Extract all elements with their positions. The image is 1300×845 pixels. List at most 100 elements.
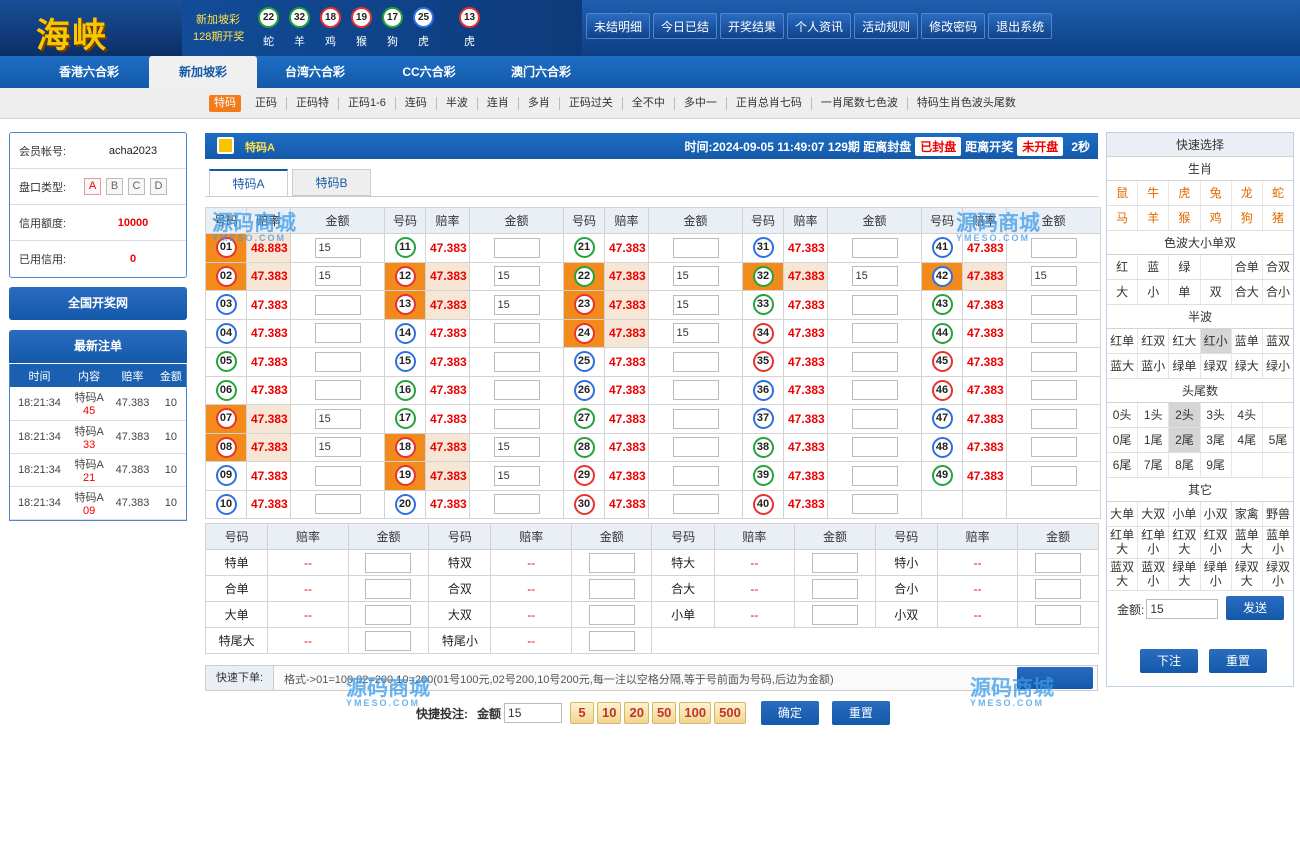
number-ball[interactable]: 07: [215, 408, 237, 430]
quick-option[interactable]: 合大: [1232, 280, 1263, 304]
amount-input[interactable]: [493, 237, 540, 258]
quick-option[interactable]: 蓝单小: [1263, 527, 1293, 558]
quick-option[interactable]: 绿单大: [1169, 559, 1201, 590]
number-ball[interactable]: 09: [215, 465, 237, 487]
amount-input[interactable]: [1030, 294, 1077, 315]
tab-tema-b[interactable]: 特码B: [292, 169, 371, 196]
sub-nav-item[interactable]: 正码: [246, 97, 286, 110]
amount-input[interactable]: [672, 437, 719, 458]
amount-input[interactable]: [811, 552, 858, 573]
amount-chip[interactable]: 20: [624, 702, 649, 724]
amount-input[interactable]: 15: [493, 294, 540, 315]
quick-option[interactable]: 龙: [1232, 181, 1263, 205]
number-ball[interactable]: 32: [752, 265, 774, 287]
number-ball[interactable]: 04: [215, 322, 237, 344]
quick-option[interactable]: 双: [1201, 280, 1232, 304]
quick-option[interactable]: 猴: [1169, 206, 1201, 230]
amount-input[interactable]: 15: [493, 437, 540, 458]
amount-input[interactable]: [314, 351, 361, 372]
number-ball[interactable]: 16: [394, 379, 416, 401]
tab-lottery[interactable]: 香港六合彩: [34, 56, 144, 88]
amount-input[interactable]: [314, 494, 361, 515]
amount-input[interactable]: [314, 380, 361, 401]
number-ball[interactable]: 26: [573, 379, 595, 401]
pan-option[interactable]: A: [84, 178, 101, 195]
amount-input[interactable]: 15: [493, 266, 540, 287]
number-ball[interactable]: 14: [394, 322, 416, 344]
national-draw-button[interactable]: 全国开奖网: [9, 287, 187, 320]
quick-option[interactable]: 2尾: [1169, 428, 1201, 452]
quick-option[interactable]: 3头: [1201, 403, 1232, 427]
amount-input[interactable]: [672, 408, 719, 429]
number-ball[interactable]: 19: [394, 465, 416, 487]
quick-option[interactable]: 红单: [1107, 329, 1139, 353]
amount-input[interactable]: 15: [672, 323, 719, 344]
amount-input[interactable]: [493, 351, 540, 372]
quick-option[interactable]: 单: [1169, 280, 1201, 304]
quick-option[interactable]: 4尾: [1232, 428, 1263, 452]
amount-input[interactable]: 15: [493, 465, 540, 486]
top-nav-item[interactable]: 今日已结: [653, 13, 718, 39]
amount-input[interactable]: [365, 604, 412, 625]
quick-option[interactable]: 7尾: [1138, 453, 1170, 477]
number-ball[interactable]: 37: [752, 408, 774, 430]
number-ball[interactable]: 13: [394, 294, 416, 316]
quick-option[interactable]: 4头: [1232, 403, 1263, 427]
sub-nav-item[interactable]: 多肖: [517, 97, 559, 110]
quick-option[interactable]: 绿双: [1201, 354, 1232, 378]
amount-input[interactable]: [365, 552, 412, 573]
amount-input[interactable]: [314, 294, 361, 315]
sub-nav-item[interactable]: 全不中: [621, 97, 674, 110]
pan-option[interactable]: C: [128, 178, 145, 195]
quick-option[interactable]: 鼠: [1107, 181, 1139, 205]
quick-option[interactable]: 野兽: [1263, 502, 1293, 526]
top-nav-item[interactable]: 开奖结果: [720, 13, 785, 39]
amount-input[interactable]: 15: [314, 266, 361, 287]
quick-option[interactable]: 绿大: [1232, 354, 1263, 378]
quick-option[interactable]: 6尾: [1107, 453, 1139, 477]
amount-input[interactable]: [493, 494, 540, 515]
quick-option[interactable]: 蓝: [1138, 255, 1170, 279]
number-ball[interactable]: 24: [573, 322, 595, 344]
quick-option[interactable]: 蛇: [1263, 181, 1293, 205]
quick-option[interactable]: 蓝单: [1232, 329, 1263, 353]
amount-input[interactable]: [672, 380, 719, 401]
number-ball[interactable]: 41: [931, 237, 953, 259]
amount-input[interactable]: [588, 630, 635, 651]
number-ball[interactable]: 48: [931, 436, 953, 458]
number-ball[interactable]: 49: [931, 465, 953, 487]
quick-option[interactable]: 虎: [1169, 181, 1201, 205]
sub-nav-item[interactable]: 连肖: [476, 97, 518, 110]
amount-chip[interactable]: 50: [651, 702, 677, 724]
number-ball[interactable]: 30: [573, 493, 595, 515]
amount-input[interactable]: [672, 237, 719, 258]
number-ball[interactable]: 12: [394, 265, 416, 287]
amount-input[interactable]: [314, 323, 361, 344]
amount-input[interactable]: [493, 380, 540, 401]
amount-input[interactable]: [365, 578, 412, 599]
top-nav-item[interactable]: 个人资讯: [787, 13, 852, 39]
quick-option[interactable]: 蓝双: [1263, 329, 1293, 353]
amount-input[interactable]: [1030, 408, 1077, 429]
number-ball[interactable]: 25: [573, 351, 595, 373]
number-ball[interactable]: 33: [752, 294, 774, 316]
quick-option[interactable]: 马: [1107, 206, 1139, 230]
amount-input[interactable]: [811, 578, 858, 599]
quick-option[interactable]: 蓝双小: [1138, 559, 1170, 590]
quick-option[interactable]: 蓝双大: [1107, 559, 1139, 590]
number-ball[interactable]: 17: [394, 408, 416, 430]
number-ball[interactable]: 36: [752, 379, 774, 401]
number-ball[interactable]: 47: [931, 408, 953, 430]
amount-input[interactable]: [314, 465, 361, 486]
number-ball[interactable]: 02: [215, 265, 237, 287]
quick-option[interactable]: 猪: [1263, 206, 1293, 230]
pan-option[interactable]: D: [150, 178, 167, 195]
amount-input[interactable]: [1030, 380, 1077, 401]
number-ball[interactable]: 39: [752, 465, 774, 487]
number-ball[interactable]: 06: [215, 379, 237, 401]
quick-option[interactable]: 5尾: [1263, 428, 1293, 452]
amount-input[interactable]: [811, 604, 858, 625]
amount-chip[interactable]: 5: [570, 702, 595, 724]
quick-option[interactable]: 蓝大: [1107, 354, 1139, 378]
pan-option[interactable]: B: [106, 178, 123, 195]
